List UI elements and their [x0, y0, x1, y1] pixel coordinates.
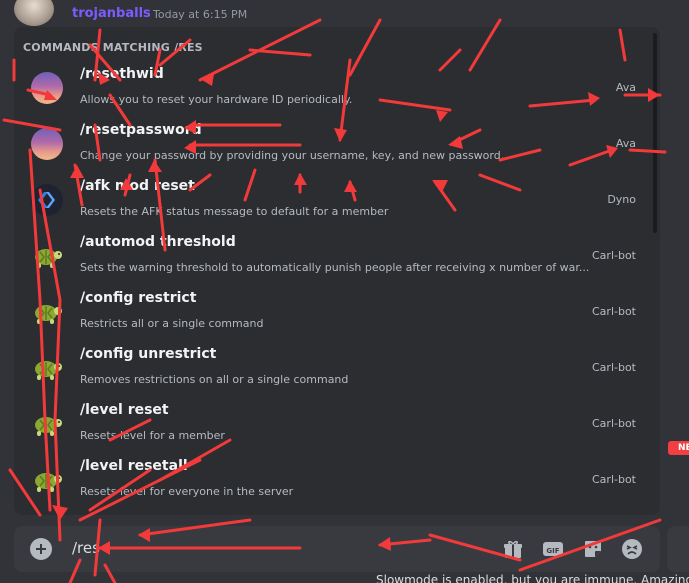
turtle-avatar-icon: [31, 296, 63, 328]
user-avatar[interactable]: [14, 0, 54, 26]
command-name: /resetpassword: [80, 122, 202, 138]
command-description: Resets level for everyone in the server: [80, 485, 294, 498]
command-source: Dyno: [607, 193, 636, 206]
command-description: Removes restrictions on all or a single …: [80, 373, 349, 386]
command-name: /config unrestrict: [80, 346, 217, 362]
turtle-avatar-icon: [31, 240, 63, 272]
command-description: Sets the warning threshold to automatica…: [80, 261, 590, 274]
command-option[interactable]: /afk mod reset Resets the AFK status mes…: [14, 171, 652, 227]
command-name: /resethwid: [80, 66, 164, 82]
command-description: Resets the AFK status message to default…: [80, 205, 389, 218]
message-header: trojanballs Today at 6:15 PM: [0, 0, 689, 30]
command-description: Allows you to reset your hardware ID per…: [80, 93, 353, 106]
autocomplete-header: COMMANDS MATCHING /RES: [23, 41, 203, 54]
command-option[interactable]: /level reset Resets level for a member C…: [14, 395, 652, 451]
sunset-avatar-icon: [31, 72, 63, 104]
command-autocomplete-popup: COMMANDS MATCHING /RES /resethwid Allows…: [14, 27, 660, 515]
command-option[interactable]: /config unrestrict Removes restrictions …: [14, 339, 652, 395]
command-name: /level reset: [80, 402, 169, 418]
command-source: Carl-bot: [592, 473, 636, 486]
command-name: /config restrict: [80, 290, 197, 306]
turtle-avatar-icon: [31, 464, 63, 496]
command-description: Restricts all or a single command: [80, 317, 264, 330]
sticker-icon[interactable]: [582, 538, 604, 560]
command-name: /afk mod reset: [80, 178, 195, 194]
command-description: Change your password by providing your u…: [80, 149, 505, 162]
command-name: /level resetall: [80, 458, 188, 474]
sunset-avatar-icon: [31, 128, 63, 160]
command-name: /automod threshold: [80, 234, 236, 250]
emoji-icon[interactable]: [621, 538, 643, 560]
command-source: Carl-bot: [592, 417, 636, 430]
command-option[interactable]: /config restrict Restricts all or a sing…: [14, 283, 652, 339]
command-option[interactable]: /automod threshold Sets the warning thre…: [14, 227, 652, 283]
command-source: Carl-bot: [592, 361, 636, 374]
turtle-avatar-icon: [31, 352, 63, 384]
message-composer: /res GIF: [14, 526, 660, 572]
slowmode-notice: Slowmode is enabled, but you are immune.…: [376, 573, 689, 583]
autocomplete-scrollbar[interactable]: [653, 33, 657, 233]
new-badge: NEW: [668, 441, 689, 455]
gift-icon[interactable]: [502, 538, 524, 560]
command-option[interactable]: /resetpassword Change your password by p…: [14, 115, 652, 171]
command-source: Ava: [615, 81, 636, 94]
command-source: Carl-bot: [592, 305, 636, 318]
message-input[interactable]: /res: [72, 539, 100, 557]
command-option[interactable]: /resethwid Allows you to reset your hard…: [14, 59, 652, 115]
command-option[interactable]: /level resetall Resets level for everyon…: [14, 451, 652, 507]
gif-icon[interactable]: GIF: [542, 538, 564, 560]
command-source: Carl-bot: [592, 249, 636, 262]
turtle-avatar-icon: [31, 408, 63, 440]
dyno-avatar-icon: [31, 184, 63, 216]
message-timestamp: Today at 6:15 PM: [153, 8, 248, 21]
command-description: Resets level for a member: [80, 429, 225, 442]
username[interactable]: trojanballs: [72, 6, 151, 21]
command-source: Ava: [615, 137, 636, 150]
gif-label: GIF: [546, 547, 559, 555]
apps-button[interactable]: [667, 526, 689, 572]
add-attachment-button[interactable]: [30, 538, 52, 560]
